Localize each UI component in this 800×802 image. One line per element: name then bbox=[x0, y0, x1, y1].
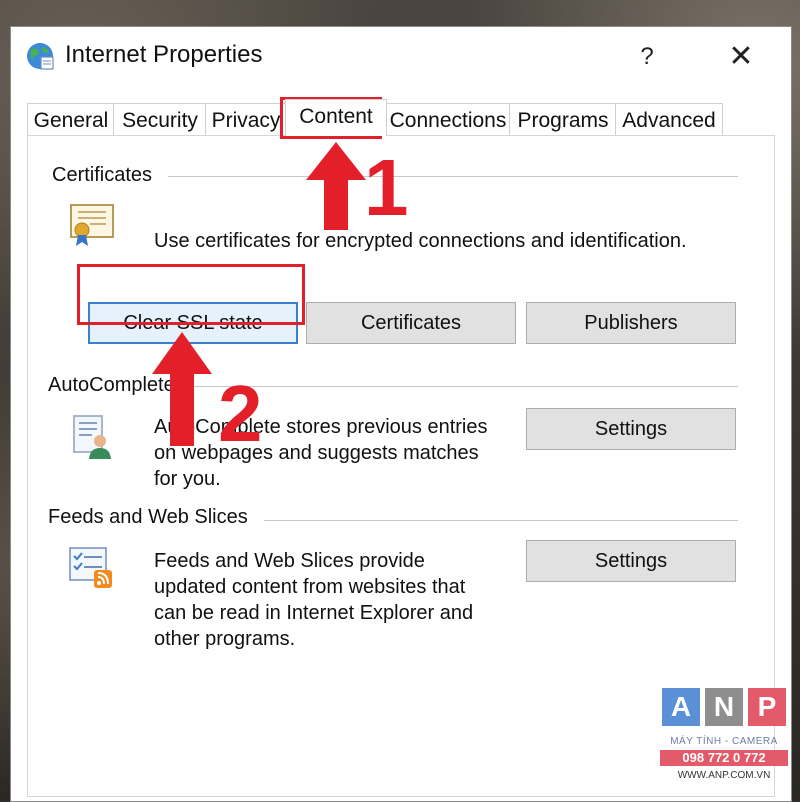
autocomplete-description-line-3: for you. bbox=[154, 468, 221, 490]
publishers-button[interactable]: Publishers bbox=[526, 302, 736, 344]
autocomplete-settings-button[interactable]: Settings bbox=[526, 408, 736, 450]
step-1-label: 1 bbox=[364, 143, 409, 232]
tab-security[interactable]: Security bbox=[113, 103, 207, 136]
tab-programs[interactable]: Programs bbox=[509, 103, 617, 136]
clear-ssl-highlight bbox=[77, 264, 305, 325]
feeds-description-line-4: other programs. bbox=[154, 628, 296, 650]
anp-watermark-logo: A N P MÁY TÍNH - CAMERA 098 772 0 772 WW… bbox=[660, 688, 788, 796]
watermark-phone: 098 772 0 772 bbox=[660, 750, 788, 766]
watermark-website: WWW.ANP.COM.VN bbox=[677, 770, 771, 781]
title-bar[interactable]: Internet Properties ? ✕ bbox=[11, 27, 791, 89]
tab-advanced[interactable]: Advanced bbox=[615, 103, 723, 136]
arrow-up-icon bbox=[152, 332, 212, 446]
autocomplete-icon bbox=[73, 415, 111, 459]
feeds-settings-button[interactable]: Settings bbox=[526, 540, 736, 582]
feeds-group-line bbox=[264, 520, 738, 521]
certificates-button[interactable]: Certificates bbox=[306, 302, 516, 344]
feeds-description-line-3: can be read in Internet Explorer and bbox=[154, 602, 474, 624]
feeds-description-line-1: Feeds and Web Slices provide bbox=[154, 550, 425, 572]
internet-globe-icon bbox=[27, 43, 54, 70]
certificates-description: Use certificates for encrypted connectio… bbox=[154, 230, 687, 252]
tab-privacy[interactable]: Privacy bbox=[205, 103, 287, 136]
certificates-group-label: Certificates bbox=[52, 164, 159, 187]
tab-connections[interactable]: Connections bbox=[385, 103, 511, 136]
certificate-icon bbox=[70, 204, 114, 246]
window-title: Internet Properties bbox=[65, 41, 263, 68]
feeds-icon bbox=[69, 547, 112, 588]
watermark-letter-n: N bbox=[705, 688, 743, 726]
tab-content[interactable]: Content bbox=[285, 99, 387, 136]
watermark-tagline: MÁY TÍNH - CAMERA bbox=[670, 736, 778, 747]
watermark-letter-a: A bbox=[662, 688, 700, 726]
close-button[interactable]: ✕ bbox=[711, 37, 771, 77]
tab-general[interactable]: General bbox=[27, 103, 115, 136]
help-button[interactable]: ? bbox=[623, 37, 671, 77]
step-2-label: 2 bbox=[218, 369, 263, 458]
certificates-group-line bbox=[168, 176, 738, 177]
arrow-up-icon bbox=[306, 142, 366, 230]
feeds-description-line-2: updated content from websites that bbox=[154, 576, 466, 598]
watermark-letter-p: P bbox=[748, 688, 786, 726]
feeds-group-label: Feeds and Web Slices bbox=[48, 506, 254, 529]
